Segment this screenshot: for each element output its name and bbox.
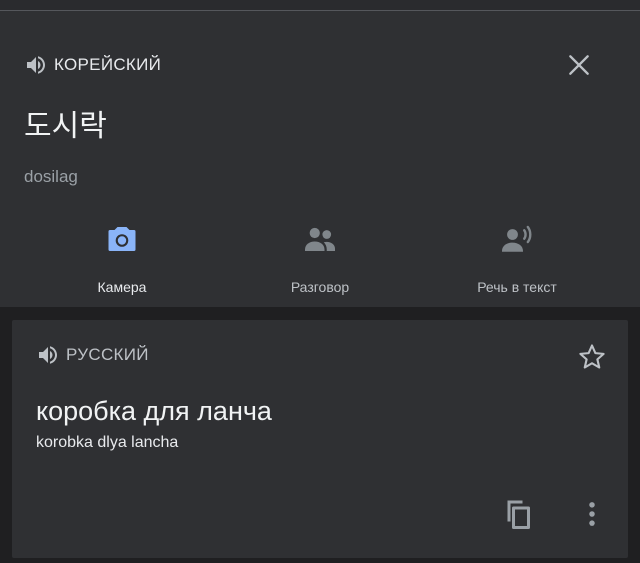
camera-button[interactable]: Камера — [42, 221, 202, 295]
source-language-label: КОРЕЙСКИЙ — [54, 55, 162, 74]
source-transliteration: dosilag — [24, 167, 78, 186]
speech-to-text-button[interactable]: Речь в текст — [437, 221, 597, 295]
camera-label: Камера — [97, 279, 147, 295]
source-text: 도시락 — [24, 110, 107, 143]
translation-text: коробка для ланча — [36, 396, 272, 426]
target-language-row[interactable]: РУССКИЙ — [36, 343, 149, 367]
target-language-label: РУССКИЙ — [66, 345, 149, 364]
more-vertical-icon[interactable] — [578, 498, 606, 530]
copy-icon[interactable] — [500, 496, 536, 532]
voice-speaker-icon — [502, 225, 532, 252]
source-language-row[interactable]: КОРЕЙСКИЙ — [24, 53, 161, 77]
star-outline-icon[interactable] — [577, 342, 607, 372]
conversation-button[interactable]: Разговор — [240, 221, 400, 295]
close-icon[interactable] — [566, 52, 592, 78]
source-panel: КОРЕЙСКИЙ 도시락 dosilag Камера Разговор Ре… — [0, 11, 640, 307]
camera-icon — [108, 227, 136, 251]
speaker-icon[interactable] — [36, 343, 60, 367]
translation-transliteration: korobka dlya lancha — [36, 434, 179, 451]
speech-to-text-label: Речь в текст — [477, 279, 557, 295]
conversation-label: Разговор — [290, 279, 350, 295]
top-bar — [0, 0, 640, 11]
speaker-icon[interactable] — [24, 53, 48, 77]
people-icon — [305, 227, 335, 251]
translation-card: РУССКИЙ коробка для ланча korobka dlya l… — [12, 320, 628, 558]
